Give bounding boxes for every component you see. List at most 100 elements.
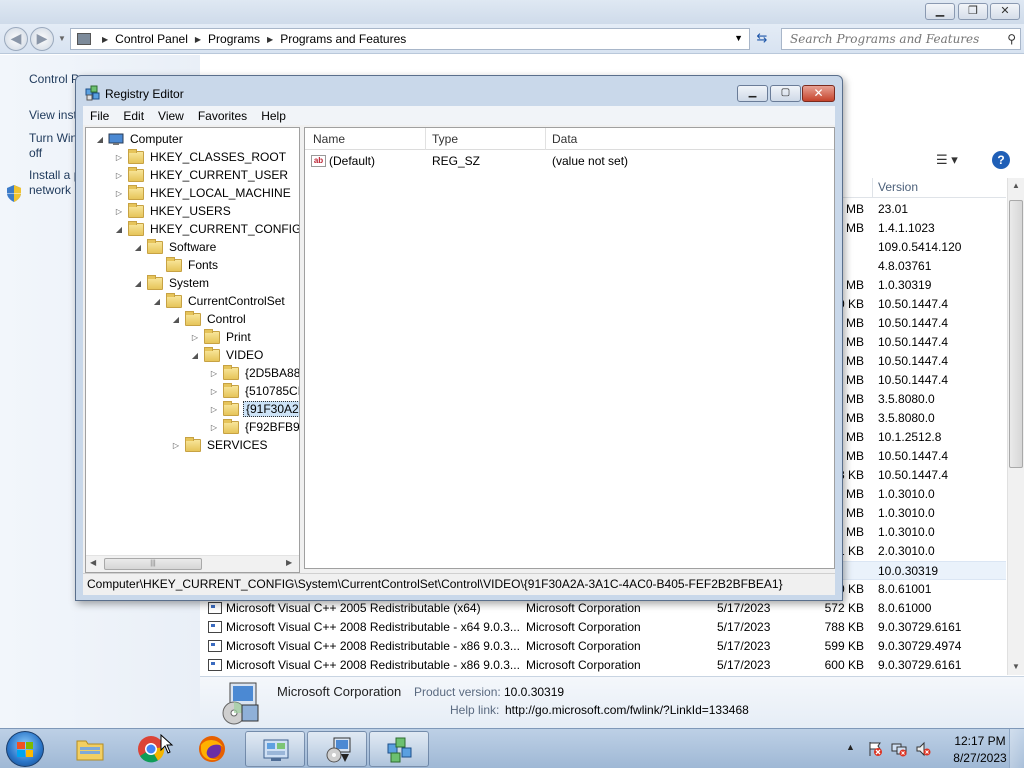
control-panel-home-link[interactable]: Control P: [29, 72, 79, 87]
show-hidden-icons-button[interactable]: ▲: [846, 742, 855, 752]
tree-node[interactable]: ◢ CurrentControlSet: [151, 292, 287, 310]
maximize-button[interactable]: ❐: [958, 3, 988, 20]
help-icon[interactable]: ?: [992, 151, 1010, 169]
close-button[interactable]: ✕: [990, 3, 1020, 20]
forward-button[interactable]: ▶: [30, 27, 54, 51]
tree-node[interactable]: ▷ {510785CD: [208, 382, 299, 400]
search-icon[interactable]: ⚲: [1007, 32, 1016, 46]
tree-node[interactable]: ◢ Software: [132, 238, 218, 256]
taskbar-firefox[interactable]: [182, 731, 242, 767]
column-divider[interactable]: [425, 128, 426, 150]
back-button[interactable]: ◀: [4, 27, 28, 51]
tree-node[interactable]: ◢ VIDEO: [189, 346, 265, 364]
tree-node[interactable]: ▷ {2D5BA881: [208, 364, 299, 382]
expand-icon[interactable]: ▷: [208, 423, 220, 432]
menu-view[interactable]: View: [158, 109, 184, 123]
menu-favorites[interactable]: Favorites: [198, 109, 247, 123]
tree-node[interactable]: ▷ HKEY_USERS: [113, 202, 233, 220]
column-header-data[interactable]: Data: [552, 132, 577, 146]
program-row[interactable]: Microsoft Visual C++ 2008 Redistributabl…: [200, 618, 1006, 637]
action-center-flag-icon[interactable]: [867, 741, 883, 757]
scrollbar-thumb[interactable]: |||: [104, 558, 202, 570]
turn-windows-features-link[interactable]: Turn Win: [29, 131, 77, 146]
program-row[interactable]: Microsoft Visual C++ 2008 Redistributabl…: [200, 656, 1006, 675]
column-divider[interactable]: [872, 178, 873, 198]
menu-edit[interactable]: Edit: [123, 109, 144, 123]
expand-icon[interactable]: ▷: [208, 387, 220, 396]
collapse-icon[interactable]: ◢: [170, 315, 182, 324]
tree-node[interactable]: ▷ {91F30A2A: [208, 400, 299, 418]
expand-icon[interactable]: ▷: [113, 153, 125, 162]
volume-muted-icon[interactable]: [915, 741, 931, 757]
expand-icon[interactable]: ▷: [113, 171, 125, 180]
close-button[interactable]: ✕: [802, 85, 835, 102]
chevron-right-icon[interactable]: ▶: [102, 35, 108, 44]
taskbar-windows-explorer[interactable]: [60, 731, 120, 767]
refresh-button[interactable]: ⇆: [752, 30, 772, 48]
taskbar-control-panel[interactable]: [245, 731, 305, 767]
minimize-button[interactable]: ▁: [925, 3, 955, 20]
scroll-right-icon[interactable]: ▶: [286, 558, 292, 567]
clock-date[interactable]: 8/27/2023: [946, 751, 1014, 765]
tree-node[interactable]: ▷ HKEY_LOCAL_MACHINE: [113, 184, 293, 202]
vertical-scrollbar[interactable]: ▲ ▼: [1007, 178, 1024, 675]
address-bar[interactable]: ▶ Control Panel ▶ Programs ▶ Programs an…: [70, 28, 750, 50]
search-input[interactable]: [782, 29, 992, 49]
collapse-icon[interactable]: ◢: [94, 135, 106, 144]
scroll-left-icon[interactable]: ◀: [90, 558, 96, 567]
expand-icon[interactable]: ▷: [113, 189, 125, 198]
start-button[interactable]: [6, 731, 44, 767]
expand-icon[interactable]: ▷: [170, 441, 182, 450]
tree-node[interactable]: ▷ SERVICES: [170, 436, 269, 454]
taskbar-installer[interactable]: [307, 731, 367, 767]
view-options-icon[interactable]: ☰ ▾: [936, 152, 958, 168]
tree-node[interactable]: ▷ HKEY_CURRENT_USER: [113, 166, 290, 184]
column-header-version[interactable]: Version: [878, 180, 918, 194]
collapse-icon[interactable]: ◢: [132, 279, 144, 288]
clock-time[interactable]: 12:17 PM: [950, 734, 1010, 748]
program-row[interactable]: Microsoft Visual C++ 2005 Redistributabl…: [200, 599, 1006, 618]
help-link-value[interactable]: http://go.microsoft.com/fwlink/?LinkId=1…: [505, 703, 749, 717]
expand-icon[interactable]: ▷: [208, 405, 220, 414]
registry-editor-titlebar[interactable]: Registry Editor ▁ ▢ ✕: [76, 76, 842, 106]
turn-windows-features-link-2[interactable]: off: [29, 146, 42, 161]
column-header-type[interactable]: Type: [432, 132, 458, 146]
maximize-button[interactable]: ▢: [770, 85, 801, 102]
scroll-up-icon[interactable]: ▲: [1012, 181, 1020, 190]
expand-icon[interactable]: ▷: [113, 207, 125, 216]
tree-horizontal-scrollbar[interactable]: ◀ ||| ▶: [86, 555, 299, 572]
breadcrumb-programs-and-features[interactable]: Programs and Features: [280, 32, 406, 46]
breadcrumb-programs[interactable]: Programs: [208, 32, 260, 46]
column-header-name[interactable]: Name: [313, 132, 345, 146]
tree-node[interactable]: ▷ Print: [189, 328, 253, 346]
menu-file[interactable]: File: [90, 109, 109, 123]
program-row[interactable]: Microsoft Visual C++ 2008 Redistributabl…: [200, 637, 1006, 656]
scroll-down-icon[interactable]: ▼: [1012, 662, 1020, 671]
view-installed-updates-link[interactable]: View inst: [29, 108, 77, 123]
registry-value-row[interactable]: ab (Default) REG_SZ (value not set): [305, 152, 834, 170]
tree-node[interactable]: Fonts: [151, 256, 220, 274]
column-divider[interactable]: [545, 128, 546, 150]
collapse-icon[interactable]: ◢: [189, 351, 201, 360]
tree-node[interactable]: ◢ Computer: [94, 130, 185, 148]
expand-icon[interactable]: ▷: [208, 369, 220, 378]
tree-node[interactable]: ◢ System: [132, 274, 211, 292]
chevron-right-icon[interactable]: ▶: [195, 35, 201, 44]
install-from-network-link[interactable]: Install a p: [29, 168, 80, 183]
breadcrumb-control-panel[interactable]: Control Panel: [115, 32, 188, 46]
collapse-icon[interactable]: ◢: [151, 297, 163, 306]
expand-icon[interactable]: ▷: [189, 333, 201, 342]
minimize-button[interactable]: ▁: [737, 85, 768, 102]
install-from-network-link-2[interactable]: network: [29, 183, 71, 198]
recent-pages-dropdown[interactable]: ▼: [58, 34, 66, 43]
menu-help[interactable]: Help: [261, 109, 286, 123]
tree-node[interactable]: ◢ Control: [170, 310, 248, 328]
tree-node[interactable]: ▷ {F92BFB9B: [208, 418, 299, 436]
tree-node[interactable]: ▷ HKEY_CLASSES_ROOT: [113, 148, 288, 166]
search-box[interactable]: ⚲: [781, 28, 1021, 50]
tree-node[interactable]: ◢ HKEY_CURRENT_CONFIG: [113, 220, 299, 238]
address-dropdown-icon[interactable]: ▼: [734, 33, 743, 43]
collapse-icon[interactable]: ◢: [113, 225, 125, 234]
scrollbar-thumb[interactable]: [1009, 200, 1023, 468]
collapse-icon[interactable]: ◢: [132, 243, 144, 252]
